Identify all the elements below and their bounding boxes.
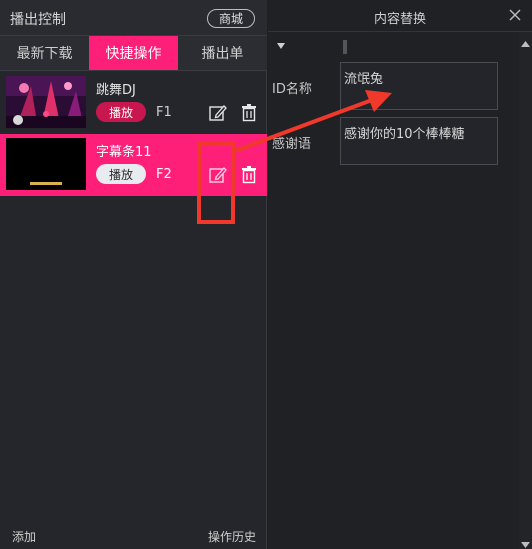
hotkey-label: F2 <box>156 167 172 182</box>
id-name-field[interactable]: 流氓兔 <box>340 62 498 110</box>
item-thumbnail <box>6 76 86 128</box>
play-button[interactable]: 播放 <box>96 102 146 122</box>
item-thumbnail <box>6 138 86 190</box>
scroll-down-icon[interactable] <box>521 537 530 548</box>
mall-button[interactable]: 商城 <box>207 9 255 28</box>
hotkey-label: F1 <box>156 105 172 120</box>
close-icon[interactable] <box>508 8 522 22</box>
trash-icon[interactable] <box>239 103 259 123</box>
field-label-thanks: 感谢语 <box>272 137 312 152</box>
highlight-rectangle <box>197 142 235 224</box>
tab-latest-downloads[interactable]: 最新下载 <box>0 36 89 70</box>
panel-header: 播出控制 商城 <box>0 0 267 36</box>
content-replace-panel: 内容替换 ID名称 流氓兔 感谢语 感谢你的10个棒棒糖 <box>268 0 532 549</box>
item-name: 跳舞DJ <box>96 83 136 98</box>
tab-bar: 最新下载 快捷操作 播出单 <box>0 36 267 71</box>
tab-quick-actions[interactable]: 快捷操作 <box>89 36 178 70</box>
panel-title: 内容替换 <box>373 12 426 27</box>
play-button[interactable]: 播放 <box>96 164 146 184</box>
scroll-up-icon[interactable] <box>521 36 530 47</box>
edit-icon[interactable] <box>208 103 228 123</box>
panel-header: 内容替换 <box>268 0 532 32</box>
triangle-down-icon[interactable] <box>276 40 286 50</box>
playout-control-panel: 播出控制 商城 最新下载 快捷操作 播出单 跳舞DJ 播放 F1 字幕条11 播… <box>0 0 267 549</box>
item-name: 字幕条11 <box>96 145 152 160</box>
thanks-field[interactable]: 感谢你的10个棒棒糖 <box>340 117 498 165</box>
field-label-id-name: ID名称 <box>272 82 312 97</box>
history-button[interactable]: 操作历史 <box>208 528 256 545</box>
app-window: 播出控制 商城 最新下载 快捷操作 播出单 跳舞DJ 播放 F1 字幕条11 播… <box>0 0 532 549</box>
list-item[interactable]: 跳舞DJ 播放 F1 <box>0 72 267 134</box>
panel-title: 播出控制 <box>10 12 66 28</box>
trash-icon[interactable] <box>239 165 259 185</box>
tab-playlist[interactable]: 播出单 <box>178 36 267 70</box>
resize-handle[interactable] <box>343 40 347 54</box>
scrollbar[interactable] <box>519 32 532 549</box>
add-button[interactable]: 添加 <box>12 528 36 545</box>
